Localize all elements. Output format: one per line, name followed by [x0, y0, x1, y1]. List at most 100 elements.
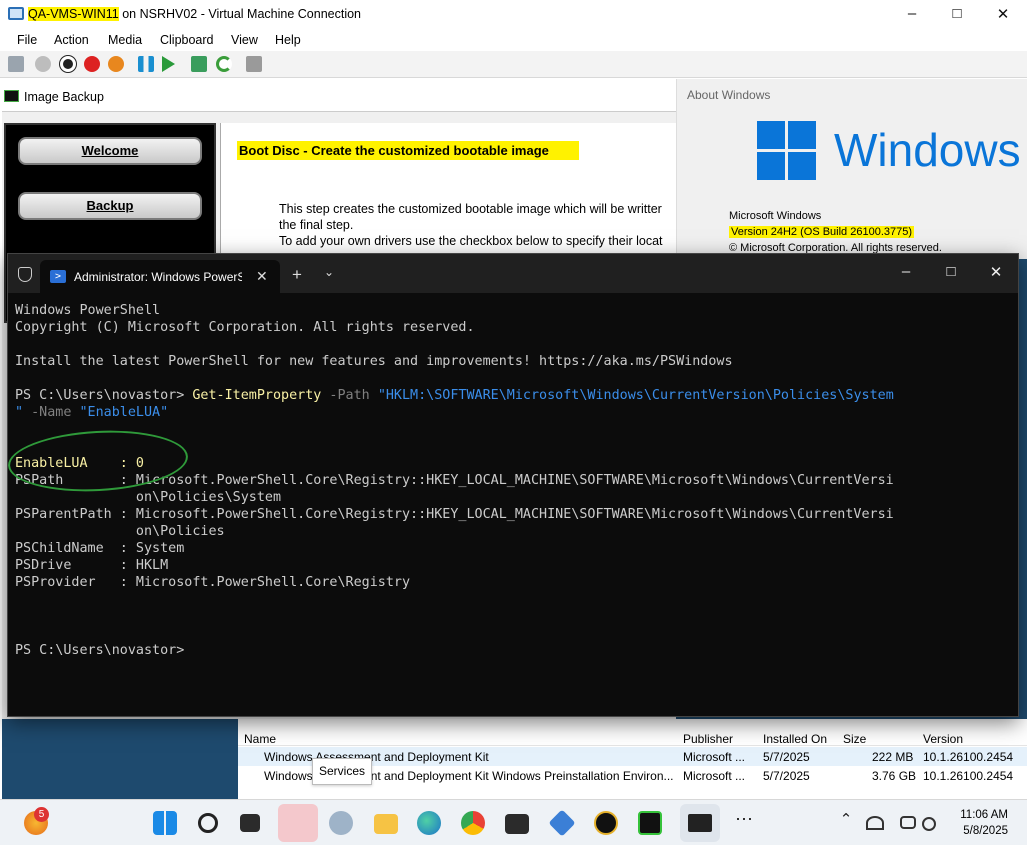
command-line-continued: " -Name "EnableLUA"	[15, 404, 1015, 421]
column-size[interactable]: Size	[843, 732, 866, 746]
display-icon[interactable]	[900, 816, 916, 829]
disc-tool-icon[interactable]	[594, 811, 618, 835]
program-version: 10.1.26100.2454	[923, 769, 1014, 783]
vm-connection-icon	[8, 7, 24, 20]
path-param: -Path	[321, 388, 378, 403]
product-name: Microsoft Windows	[729, 210, 822, 222]
menu-action[interactable]: Action	[54, 33, 89, 47]
checkpoint-icon[interactable]	[191, 56, 207, 72]
shield-icon	[18, 267, 32, 282]
terminal-tab[interactable]: > Administrator: Windows PowerShell ✕	[40, 260, 280, 293]
backup-button[interactable]: Backup	[18, 192, 202, 220]
boot-disc-heading: Boot Disc - Create the customized bootab…	[237, 141, 579, 160]
vm-toolbar	[0, 51, 1027, 78]
image-backup-taskbar-icon[interactable]	[278, 804, 318, 842]
powershell-terminal-window: > Administrator: Windows PowerShell ✕ + …	[6, 253, 1019, 717]
network-offline-icon[interactable]	[866, 816, 884, 830]
taskbar: 5 ⋯ ⌃ 11:06 AM 5/8/2025	[0, 799, 1027, 845]
menu-file[interactable]: File	[17, 33, 37, 47]
name-param: -Name	[23, 405, 80, 420]
start-icon[interactable]	[35, 56, 51, 72]
revert-icon[interactable]	[216, 56, 232, 72]
chrome-icon[interactable]	[461, 811, 485, 835]
file-explorer-icon[interactable]	[374, 814, 398, 834]
ctrl-alt-del-icon[interactable]	[8, 56, 24, 72]
close-icon[interactable]: ✕	[986, 263, 1006, 281]
notification-badge: 5	[34, 807, 49, 822]
description-line-1: This step creates the customized bootabl…	[279, 202, 662, 216]
program-installed-on: 5/7/2025	[763, 769, 810, 783]
cmdlet: Get-ItemProperty	[192, 388, 322, 403]
clock-date[interactable]: 5/8/2025	[942, 825, 1008, 837]
menu-help[interactable]: Help	[275, 33, 301, 47]
shutdown-icon[interactable]	[84, 56, 100, 72]
column-publisher[interactable]: Publisher	[683, 732, 733, 746]
program-publisher: Microsoft ...	[683, 750, 746, 764]
close-icon[interactable]: ✕	[993, 5, 1013, 23]
volume-muted-icon[interactable]	[922, 817, 936, 831]
window-title: QA-VMS-WIN11 on NSRHV02 - Virtual Machin…	[28, 7, 361, 21]
resume-icon[interactable]	[162, 56, 175, 72]
windows-wordmark: Windows	[834, 124, 1021, 176]
column-version[interactable]: Version	[923, 732, 963, 746]
save-state-icon[interactable]	[108, 56, 124, 72]
description-line-3: To add your own drivers use the checkbox…	[279, 234, 663, 248]
minimize-icon[interactable]: –	[902, 5, 922, 22]
column-name[interactable]: Name	[244, 732, 276, 746]
close-tab-icon[interactable]: ✕	[256, 268, 268, 285]
enhanced-session-icon[interactable]	[246, 56, 262, 72]
start-icon[interactable]	[153, 811, 177, 835]
program-size: 222 MB	[872, 750, 914, 764]
terminal-tab-bar: > Administrator: Windows PowerShell ✕ + …	[8, 254, 1018, 293]
terminal-line: Windows PowerShell	[15, 303, 161, 318]
os-version: Version 24H2 (OS Build 26100.3775)	[729, 226, 915, 238]
column-installed-on[interactable]: Installed On	[763, 732, 827, 746]
menu-clipboard[interactable]: Clipboard	[160, 33, 214, 47]
path-value: "HKLM:\SOFTWARE\Microsoft\Windows\Curren…	[377, 388, 894, 403]
terminal-line: PSChildName : System	[15, 541, 185, 556]
monitor-app-icon[interactable]	[638, 811, 662, 835]
command-line: PS C:\Users\novastor> Get-ItemProperty -…	[15, 387, 1015, 404]
search-icon[interactable]	[198, 813, 218, 833]
minimize-icon[interactable]: –	[896, 263, 916, 280]
terminal-line: PSParentPath : Microsoft.PowerShell.Core…	[15, 507, 894, 522]
menu-media[interactable]: Media	[108, 33, 142, 47]
program-installed-on: 5/7/2025	[763, 750, 810, 764]
image-backup-title: Image Backup	[24, 90, 104, 104]
program-version: 10.1.26100.2454	[923, 750, 1014, 764]
terminal-output[interactable]: Windows PowerShell Copyright (C) Microsof…	[15, 302, 1015, 659]
clock-time[interactable]: 11:06 AM	[942, 809, 1008, 821]
program-size: 3.76 GB	[872, 769, 917, 783]
name-value: "EnableLUA"	[79, 405, 169, 420]
services-tooltip: Services	[312, 758, 372, 785]
program-publisher: Microsoft ...	[683, 769, 746, 783]
chevron-down-icon[interactable]: ⌄	[324, 265, 334, 279]
task-view-icon[interactable]	[240, 814, 260, 832]
network-app-icon[interactable]	[548, 809, 576, 837]
vm-titlebar: QA-VMS-WIN11 on NSRHV02 - Virtual Machin…	[0, 0, 1027, 29]
turn-off-icon[interactable]	[60, 56, 76, 72]
more-icon[interactable]: ⋯	[732, 809, 756, 833]
welcome-button[interactable]: Welcome	[18, 137, 202, 165]
menu-view[interactable]: View	[231, 33, 258, 47]
terminal-tab-title: Administrator: Windows PowerShell	[74, 270, 242, 284]
command-prompt-icon[interactable]	[505, 814, 529, 834]
terminal-taskbar-item[interactable]	[680, 804, 720, 842]
path-value-end: "	[15, 405, 24, 420]
vm-name: QA-VMS-WIN11	[28, 7, 119, 21]
pause-icon[interactable]	[138, 56, 154, 72]
terminal-line: Install the latest PowerShell for new fe…	[15, 354, 733, 369]
description-line-2: the final step.	[279, 218, 354, 232]
maximize-icon[interactable]: □	[947, 5, 967, 22]
settings-gear-icon[interactable]	[329, 811, 353, 835]
about-windows-title: About Windows	[687, 88, 771, 102]
edge-icon[interactable]	[417, 811, 441, 835]
powershell-icon: >	[50, 270, 66, 283]
chevron-up-icon[interactable]: ⌃	[834, 810, 858, 834]
terminal-line: PSDrive : HKLM	[15, 558, 169, 573]
maximize-icon[interactable]: □	[941, 263, 961, 280]
menu-bar: File Action Media Clipboard View Help	[0, 29, 1027, 51]
windows-logo-icon	[757, 121, 817, 181]
new-tab-icon[interactable]: +	[292, 265, 302, 285]
terminal-line: on\Policies	[15, 524, 225, 539]
